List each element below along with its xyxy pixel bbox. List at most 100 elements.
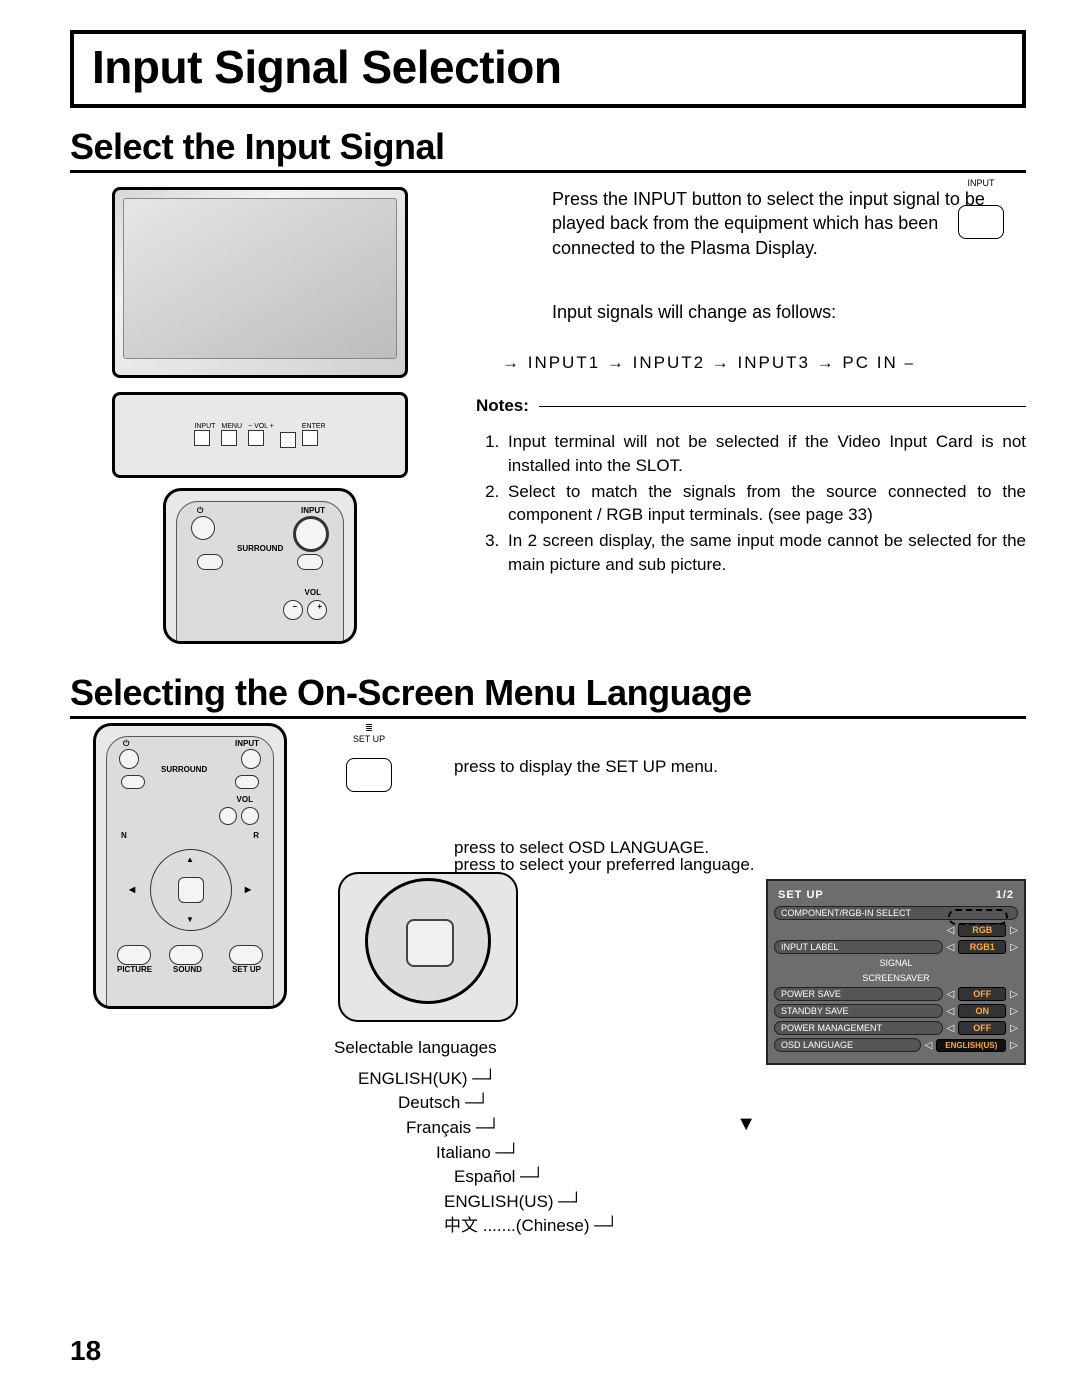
panel-enter-button[interactable] (302, 430, 318, 446)
panel-input-button[interactable] (194, 430, 210, 446)
osd-val-power-management: OFF (958, 1021, 1006, 1035)
input-button-graphic: INPUT (958, 177, 1004, 239)
remote2-n-label: N (121, 831, 127, 840)
section2-body: ⏻ INPUT SURROUND VOL N R ▲ (70, 723, 1026, 1291)
left-arrow-icon[interactable]: ◁ (947, 1006, 955, 1017)
step1-text: press to display the SET UP menu. (454, 757, 718, 777)
remote2-vol-down[interactable] (219, 807, 237, 825)
osd-row-power-management[interactable]: POWER MANAGEMENT (774, 1021, 943, 1035)
remote2-input-button[interactable] (241, 749, 261, 769)
left-arrow-icon[interactable]: ◁ (925, 1040, 933, 1051)
remote2-vol-up[interactable] (241, 807, 259, 825)
plus-icon: + (317, 602, 322, 611)
section1-text-column: INPUT Press the INPUT button to select t… (474, 177, 1026, 579)
remote2-surround-label: SURROUND (161, 765, 207, 774)
osd-val-standby-save: ON (958, 1004, 1006, 1018)
remote2-vol-label: VOL (237, 795, 253, 804)
osd-row-input-label[interactable]: INPUT LABEL (774, 940, 943, 954)
left-arrow-icon[interactable]: ◁ (947, 989, 955, 1000)
remote-vol-label: VOL (305, 588, 321, 597)
remote-top-illustration: ⏻ INPUT SURROUND VOL − + (163, 488, 357, 644)
lang-english-uk: ENGLISH(UK) (358, 1067, 468, 1092)
selectable-languages: Selectable languages ENGLISH(UK) ─┘ Deut… (334, 1036, 1026, 1239)
osd-title: SET UP (778, 889, 824, 901)
navpad-icon[interactable] (365, 878, 491, 1004)
osd-val-input-label: RGB1 (958, 940, 1006, 954)
section1-paragraph2: Input signals will change as follows: (552, 300, 1026, 324)
panel-vol-up-button[interactable] (280, 432, 296, 448)
lang-deutsch: Deutsch (398, 1091, 460, 1116)
lang-espanol: Español (454, 1165, 515, 1190)
remote-input-button[interactable] (293, 516, 329, 552)
left-arrow-icon: ◀ (129, 885, 135, 894)
lang-english-us: ENGLISH(US) (444, 1190, 554, 1215)
osd-row-screensaver[interactable]: SCREENSAVER (774, 972, 1018, 984)
page-number: 18 (70, 1335, 101, 1367)
remote-power-button[interactable] (191, 516, 215, 540)
input-button-icon[interactable] (958, 205, 1004, 239)
remote2-power-button[interactable] (119, 749, 139, 769)
remote2-sound-label: SOUND (173, 965, 202, 974)
panel-menu-label: MENU (221, 423, 242, 430)
up-arrow-icon: ▲ (186, 855, 194, 864)
panel-menu-button[interactable] (221, 430, 237, 446)
remote-mute-button[interactable] (297, 554, 323, 570)
step3-text: press to select your preferred language. (454, 855, 755, 875)
setup-button-graphic: ≣ SET UP (334, 723, 404, 792)
left-arrow-icon[interactable]: ◁ (947, 1023, 955, 1034)
right-arrow-icon[interactable]: ▷ (1010, 925, 1018, 936)
manual-page: Input Signal Selection Select the Input … (0, 0, 1080, 1397)
osd-set-up-menu: SET UP 1/2 COMPONENT/RGB-IN SELECT ◁RGB▷… (766, 879, 1026, 1065)
down-arrow-icon: ▼ (186, 915, 194, 924)
power-icon: ⏻ (197, 506, 203, 516)
panel-vol-label: − VOL + (248, 423, 274, 430)
navpad-graphic (338, 872, 518, 1022)
right-arrow-icon[interactable]: ▷ (1010, 1006, 1018, 1017)
right-arrow-icon[interactable]: ▷ (1010, 1023, 1018, 1034)
right-arrow-icon[interactable]: ▷ (1010, 1040, 1018, 1051)
left-arrow-icon[interactable]: ◁ (947, 925, 955, 936)
right-arrow-icon[interactable]: ▷ (1010, 942, 1018, 953)
page-title: Input Signal Selection (92, 40, 1004, 94)
remote-input-label: INPUT (301, 506, 325, 515)
osd-val-osd-language: ENGLISH(US) (936, 1039, 1006, 1052)
note-3: In 2 screen display, the same input mode… (504, 529, 1026, 577)
minus-icon: − (292, 602, 297, 611)
notes-legend: Notes: (474, 395, 539, 418)
section1-body: INPUT MENU − VOL + ENTER ⏻ INPUT SURROUN… (70, 177, 1026, 672)
note-2: Select to match the signals from the sou… (504, 480, 1026, 528)
right-arrow-icon: ▶ (245, 885, 251, 894)
remote2-aspect-button[interactable] (121, 775, 145, 789)
right-arrow-icon[interactable]: ▷ (1010, 989, 1018, 1000)
panel-input-label: INPUT (194, 423, 215, 430)
remote2-setup-button[interactable] (229, 945, 263, 965)
remote-aspect-button[interactable] (197, 554, 223, 570)
remote2-ok-button[interactable] (178, 877, 204, 903)
osd-row-power-save[interactable]: POWER SAVE (774, 987, 943, 1001)
remote2-sound-button[interactable] (169, 945, 203, 965)
panel-enter-label: ENTER (302, 423, 326, 430)
setup-button-icon[interactable] (346, 758, 392, 792)
remote2-r-label: R (253, 831, 259, 840)
osd-pointer-arrow: ▼ (736, 1113, 756, 1136)
osd-row-standby-save[interactable]: STANDBY SAVE (774, 1004, 943, 1018)
osd-row-osd-language[interactable]: OSD LANGUAGE (774, 1038, 921, 1052)
cycle-text: → INPUT1 → INPUT2 → INPUT3 → PC IN ⎯ (502, 353, 915, 372)
osd-val-component-rgb: RGB (958, 923, 1006, 937)
setup-icon: ≣ (365, 723, 373, 733)
remote2-mute-button[interactable] (235, 775, 259, 789)
left-arrow-icon[interactable]: ◁ (947, 942, 955, 953)
osd-val-power-save: OFF (958, 987, 1006, 1001)
remote-surround-label: SURROUND (237, 544, 283, 553)
lang-chinese: 中文 .......(Chinese) (444, 1214, 589, 1239)
osd-row-signal[interactable]: SIGNAL (774, 957, 1018, 969)
setup-button-caption: SET UP (353, 734, 385, 744)
remote2-picture-button[interactable] (117, 945, 151, 965)
input-button-caption: INPUT (968, 178, 995, 188)
input-cycle-sequence: → INPUT1 → INPUT2 → INPUT3 → PC IN ⎯ (502, 352, 1026, 375)
section2-heading: Selecting the On-Screen Menu Language (70, 672, 1026, 719)
panel-vol-down-button[interactable] (248, 430, 264, 446)
lang-italiano: Italiano (436, 1141, 491, 1166)
remote-full-illustration: ⏻ INPUT SURROUND VOL N R ▲ (93, 723, 287, 1009)
lang-francais: Français (406, 1116, 471, 1141)
